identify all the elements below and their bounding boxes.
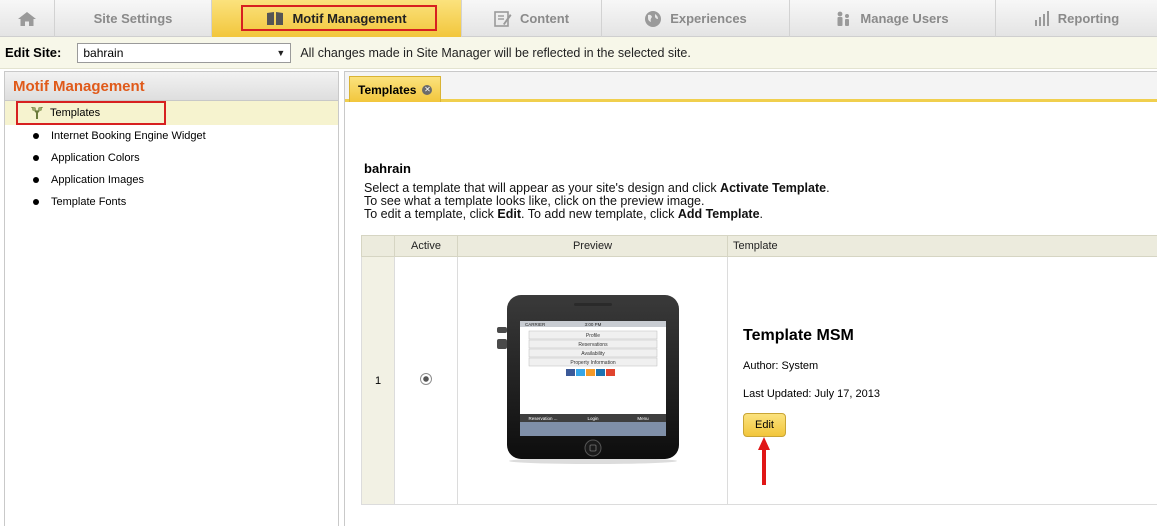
close-tab-icon[interactable]: ✕ [422,84,433,95]
tree-item-ibe-widget[interactable]: Internet Booking Engine Widget [5,125,338,147]
phone-menu-item: Reservations [578,342,608,348]
template-name: Template MSM [743,326,854,344]
tab-experiences[interactable]: Experiences [602,0,790,37]
site-select[interactable]: bahrain ▼ [77,42,292,63]
tab-site-settings[interactable]: Site Settings [55,0,212,37]
tab-reporting[interactable]: Reporting [996,0,1157,37]
site-name-heading: bahrain [364,161,411,176]
bullet-icon [33,177,39,183]
tab-content[interactable]: Content [462,0,602,37]
globe-icon [645,10,662,27]
site-select-value: bahrain [83,45,124,60]
column-header-active: Active [394,235,458,257]
table-row: 1 CARRIER 3:00 PM Profile Reservations A… [361,256,1157,505]
bullet-icon [33,133,39,139]
bar-chart-icon [1034,11,1049,26]
tree-item-label: Application Colors [51,152,140,164]
row-number: 1 [361,256,395,505]
template-author: Author: System [743,359,819,372]
left-panel-title: Motif Management [5,72,338,101]
tab-label: Content [519,11,570,26]
column-header-preview: Preview [457,235,728,257]
table-header-row: Active Preview Template [361,235,1157,257]
dropdown-arrow-icon: ▼ [276,47,286,58]
template-last-updated: Last Updated: July 17, 2013 [743,387,880,400]
tree-item-application-images[interactable]: Application Images [5,169,338,191]
column-header-number [361,235,395,257]
content-tab-bar: Templates ✕ [345,72,1157,102]
phone-carrier: CARRIER [525,322,546,327]
tab-label: Site Settings [93,11,173,26]
phone-menu-item: Property Information [570,360,616,366]
tree-item-template-fonts[interactable]: Template Fonts [5,191,338,213]
highlight-box [16,101,166,125]
edit-site-bar: Edit Site: bahrain ▼ All changes made in… [0,37,1157,69]
activate-radio[interactable] [420,373,432,385]
templates-table: Active Preview Template 1 CARRIER 3:00 P… [361,235,1157,505]
tab-label: Templates [358,82,417,97]
phone-time: 3:00 PM [584,322,601,327]
top-navigation: Site Settings Motif Management Content E… [0,0,1157,37]
instructions: Select a template that will appear as yo… [364,182,830,221]
phone-menu-item: Profile [585,333,599,339]
bullet-icon [33,199,39,205]
bullet-icon [33,155,39,161]
edit-button[interactable]: Edit [743,412,786,437]
tree-item-templates[interactable]: Templates [5,101,338,125]
tree-item-label: Internet Booking Engine Widget [51,130,206,142]
left-panel: Motif Management Templates Internet Book… [4,71,339,526]
tab-label: Manage Users [860,11,949,26]
home-icon [18,11,36,26]
column-header-template: Template [727,235,1157,257]
template-preview-image[interactable]: CARRIER 3:00 PM Profile Reservations Ava… [495,293,691,465]
tab-templates[interactable]: Templates ✕ [349,76,441,102]
home-tab[interactable] [0,0,55,37]
tree-item-label: Application Images [51,174,144,186]
phone-bottom-item: Menu [637,416,649,421]
template-info-cell: Template MSM Author: System Last Updated… [727,256,1157,505]
preview-cell: CARRIER 3:00 PM Profile Reservations Ava… [457,256,728,505]
phone-bottom-item: Reservation ... [528,416,557,421]
instruction-line-3: To edit a template, click Edit. To add n… [364,207,764,221]
tree-item-label: Template Fonts [51,196,127,208]
pencil-note-icon [494,10,512,27]
edit-site-label: Edit Site: [5,45,62,60]
tab-label: Experiences [670,11,747,26]
phone-menu-item: Availability [581,351,605,357]
users-icon [837,11,850,26]
tab-motif-management[interactable]: Motif Management [212,0,462,37]
red-arrow-icon [758,437,770,485]
right-panel: Templates ✕ bahrain Select a template th… [344,71,1157,526]
tab-manage-users[interactable]: Manage Users [790,0,996,37]
highlight-box [241,5,437,31]
active-cell [394,256,458,505]
tree-item-application-colors[interactable]: Application Colors [5,147,338,169]
site-note: All changes made in Site Manager will be… [300,45,691,60]
phone-bottom-item: Login [587,416,599,421]
tab-label: Reporting [1057,11,1120,26]
